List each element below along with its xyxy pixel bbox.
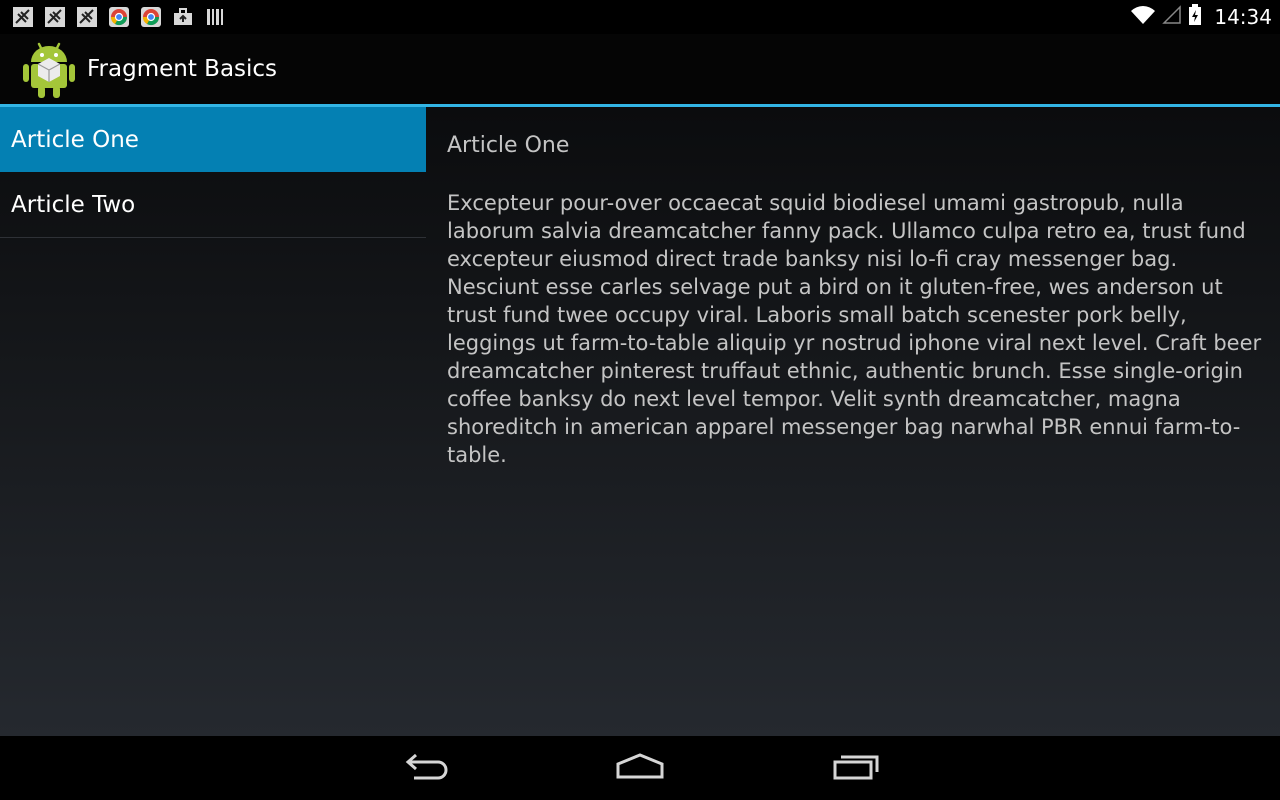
android-app-icon[interactable] [20,38,78,100]
list-item-label: Article Two [11,192,136,218]
article-view: Article One Excepteur pour-over occaecat… [426,107,1280,736]
status-bar: 14:34 [0,0,1280,34]
navigation-bar [0,736,1280,800]
signal-strike-icon [44,6,66,28]
battery-icon [1188,4,1202,30]
headlines-list: Article One Article Two [0,107,426,736]
system-status: 14:34 [1130,0,1272,34]
home-button[interactable] [610,750,670,786]
app-title: Fragment Basics [87,56,278,82]
chrome-icon [140,6,162,28]
cell-signal-icon [1162,5,1182,29]
notification-icons [12,6,226,28]
clock: 14:34 [1214,5,1272,29]
back-icon [400,751,448,785]
list-item-article-two[interactable]: Article Two [0,172,426,237]
article-title: Article One [447,133,570,158]
barcode-icon [204,6,226,28]
recents-button[interactable] [827,750,887,786]
list-item-article-one[interactable]: Article One [0,107,426,172]
back-button[interactable] [394,750,454,786]
content-area: Article One Article Two Article One Exce… [0,107,1280,736]
signal-strike-icon [12,6,34,28]
list-item-label: Article One [11,127,139,153]
home-icon [615,752,665,784]
wifi-icon [1130,5,1156,29]
article-body: Excepteur pour-over occaecat squid biodi… [447,191,1262,467]
action-bar: Fragment Basics [0,34,1280,104]
recents-icon [833,752,881,784]
list-divider [0,237,426,238]
device-screen: 14:34 Fragment Basics Article One Articl… [0,0,1280,800]
chrome-icon [108,6,130,28]
signal-strike-icon [76,6,98,28]
briefcase-icon [172,6,194,28]
